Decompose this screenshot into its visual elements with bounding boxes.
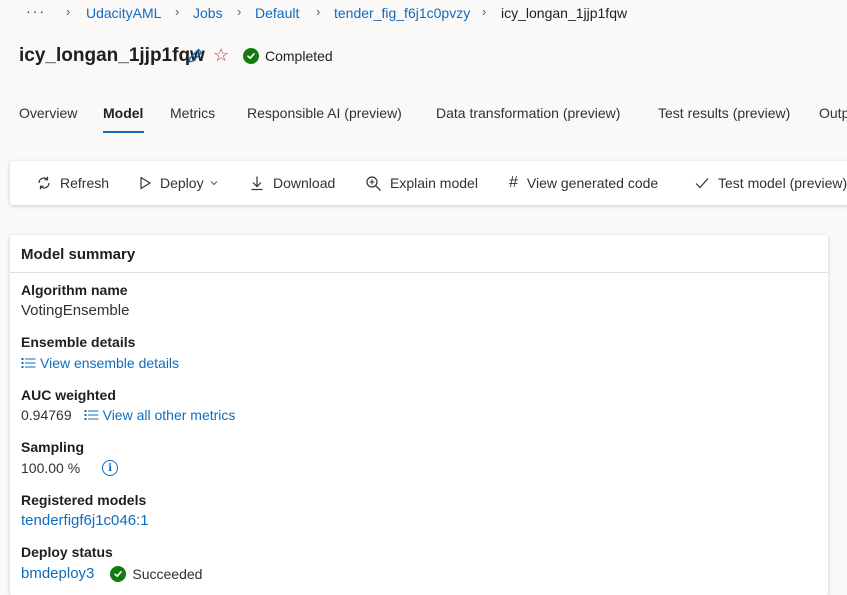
view-all-metrics-link[interactable]: View all other metrics xyxy=(84,407,236,423)
command-bar: Refresh Deploy Download Explain model # … xyxy=(10,161,847,205)
view-ensemble-details-link[interactable]: View ensemble details xyxy=(21,355,179,371)
refresh-label: Refresh xyxy=(60,175,110,191)
breadcrumb-item-parent-job[interactable]: tender_fig_f6j1c0pvzy xyxy=(334,5,470,21)
active-tab-indicator xyxy=(103,131,144,133)
list-icon xyxy=(84,410,99,420)
view-generated-code-label: View generated code xyxy=(526,175,659,191)
tab-outputs[interactable]: Outp xyxy=(819,105,847,121)
star-icon[interactable]: ☆ xyxy=(213,45,229,66)
tab-overview[interactable]: Overview xyxy=(19,105,77,121)
download-label: Download xyxy=(273,175,336,191)
breadcrumb-item-jobs[interactable]: Jobs xyxy=(193,5,223,21)
refresh-icon xyxy=(38,176,50,190)
zoom-in-icon xyxy=(366,175,381,191)
registered-model-link[interactable]: tenderfigf6j1c046:1 xyxy=(21,512,149,529)
view-all-metrics-text: View all other metrics xyxy=(102,407,236,423)
model-summary-title: Model summary xyxy=(21,246,136,263)
chevron-right-icon: › xyxy=(482,4,487,19)
model-summary-card: Model summary Algorithm name VotingEnsem… xyxy=(10,235,828,595)
test-model-label: Test model (preview) xyxy=(718,175,847,191)
tab-test-results[interactable]: Test results (preview) xyxy=(658,105,790,121)
success-check-icon xyxy=(243,48,259,64)
tab-metrics[interactable]: Metrics xyxy=(170,105,215,121)
deploy-label: Deploy xyxy=(160,175,204,191)
deploy-status-label: Deploy status xyxy=(21,544,113,560)
auc-weighted-value: 0.94769 xyxy=(21,407,72,423)
tab-data-transformation[interactable]: Data transformation (preview) xyxy=(436,105,620,121)
tab-bar: Overview Model Metrics Responsible AI (p… xyxy=(0,100,847,136)
sampling-label: Sampling xyxy=(21,439,85,455)
deploy-status-text: Succeeded xyxy=(132,565,203,582)
sampling-value: 100.00 % xyxy=(21,460,81,476)
deploy-button[interactable]: Deploy xyxy=(138,161,219,205)
tab-responsible-ai[interactable]: Responsible AI (preview) xyxy=(247,105,402,121)
more-breadcrumb-button[interactable]: ··· xyxy=(26,3,46,19)
view-generated-code-button[interactable]: # View generated code xyxy=(509,161,658,205)
status-text: Completed xyxy=(265,48,333,64)
test-model-button[interactable]: Test model (preview) xyxy=(694,161,847,205)
explain-model-label: Explain model xyxy=(390,175,478,191)
list-icon xyxy=(21,358,36,368)
download-button[interactable]: Download xyxy=(249,161,335,205)
registered-models-label: Registered models xyxy=(21,492,147,508)
sampling-row: 100.00 % i xyxy=(21,460,119,476)
page-title: icy_longan_1jjp1fqw xyxy=(19,45,205,66)
refresh-button[interactable]: Refresh xyxy=(36,161,109,205)
ensemble-details-label: Ensemble details xyxy=(21,334,136,350)
card-divider xyxy=(10,272,828,273)
breadcrumb-item-experiment[interactable]: Default xyxy=(255,5,299,21)
deployment-link[interactable]: bmdeploy3 xyxy=(21,565,94,582)
chevron-right-icon: › xyxy=(66,4,71,19)
explain-model-button[interactable]: Explain model xyxy=(365,161,478,205)
breadcrumb-item-workspace[interactable]: UdacityAML xyxy=(86,5,161,21)
view-ensemble-details-text: View ensemble details xyxy=(40,355,180,371)
info-icon[interactable]: i xyxy=(102,460,119,476)
breadcrumb-item-current: icy_longan_1jjp1fqw xyxy=(501,5,628,21)
tab-model[interactable]: Model xyxy=(103,105,143,121)
chevron-right-icon: › xyxy=(316,4,321,19)
pencil-icon[interactable] xyxy=(186,47,204,65)
chevron-right-icon: › xyxy=(175,4,180,19)
status-badge: Completed xyxy=(243,48,333,64)
auc-weighted-label: AUC weighted xyxy=(21,387,116,403)
success-check-icon xyxy=(110,565,127,582)
algorithm-name-label: Algorithm name xyxy=(21,282,128,298)
chevron-down-icon xyxy=(210,181,217,186)
checkmark-icon xyxy=(695,178,709,189)
algorithm-name-value: VotingEnsemble xyxy=(21,302,130,319)
breadcrumb: ··· › UdacityAML › Jobs › Default › tend… xyxy=(0,0,847,28)
play-icon xyxy=(140,176,151,190)
download-icon xyxy=(251,176,263,191)
chevron-right-icon: › xyxy=(237,4,242,19)
deploy-status-row: bmdeploy3 Succeeded xyxy=(21,565,202,582)
hash-icon: # xyxy=(509,174,518,191)
auc-weighted-row: 0.94769 View all other metrics xyxy=(21,407,235,423)
